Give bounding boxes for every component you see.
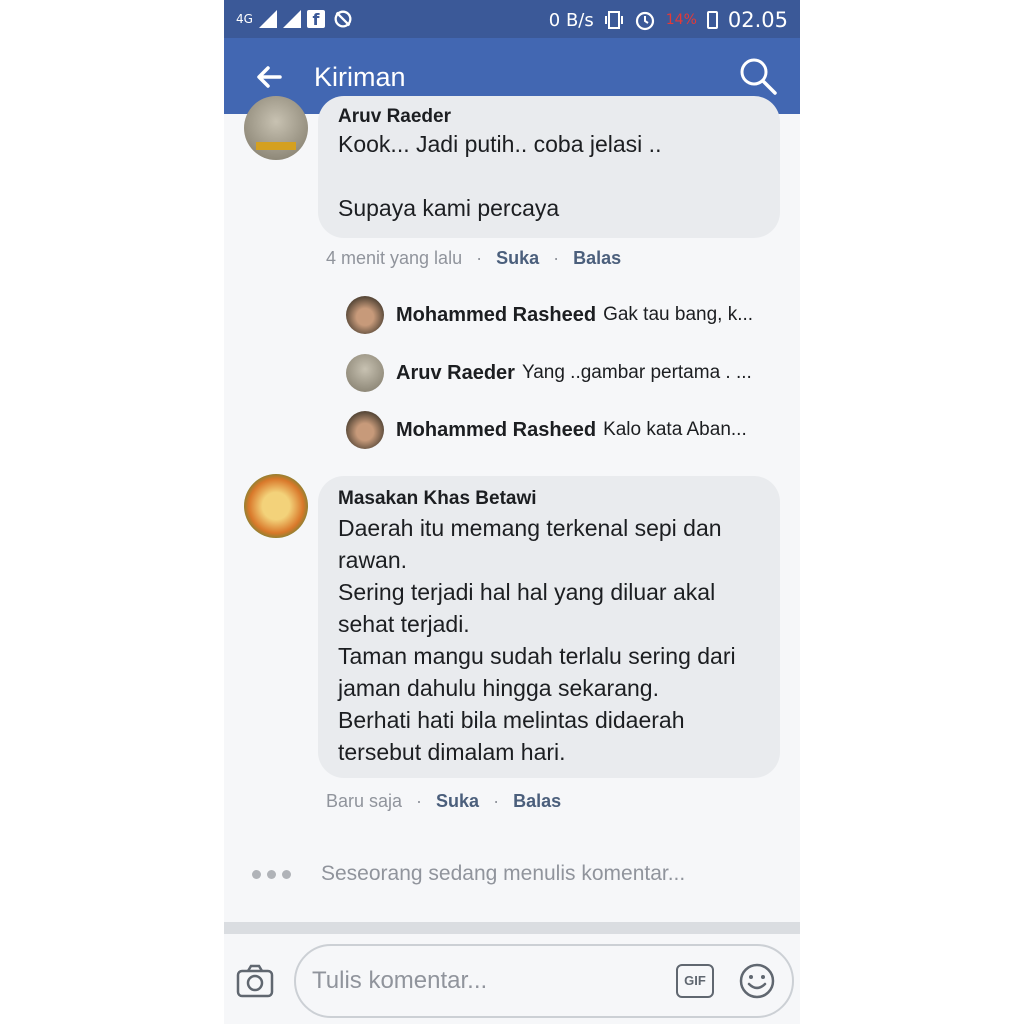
separator-dot: · xyxy=(476,248,483,268)
reply-text: Gak tau bang, k... xyxy=(603,304,754,325)
comment-bubble[interactable]: Aruv Raeder Kook... Jadi putih.. coba je… xyxy=(318,96,780,238)
data-rate: 0 B/s xyxy=(548,9,594,31)
gif-button[interactable]: GIF xyxy=(676,964,714,998)
typing-indicator: Seseorang sedang menulis komentar... xyxy=(252,862,685,886)
divider xyxy=(224,922,800,934)
comment-time: Baru saja xyxy=(326,791,403,811)
reply-item[interactable]: Aruv Raeder Yang ..gambar pertama . ... xyxy=(346,353,752,393)
reply-text: Yang ..gambar pertama . ... xyxy=(521,362,752,383)
network-type: 4G xyxy=(236,12,253,26)
reply-item[interactable]: Mohammed Rasheed Gak tau bang, k... xyxy=(346,295,753,335)
comment-input[interactable]: Tulis komentar... xyxy=(294,944,794,1018)
avatar[interactable] xyxy=(346,296,384,334)
avatar[interactable] xyxy=(244,96,308,160)
comment-author[interactable]: Aruv Raeder xyxy=(338,106,760,128)
reply-button[interactable]: Balas xyxy=(573,248,621,269)
like-button[interactable]: Suka xyxy=(436,791,479,812)
comment-meta: Baru saja · Suka · Balas xyxy=(326,791,561,812)
comment-time: 4 menit yang lalu xyxy=(326,248,463,268)
comment-text: Daerah itu memang terkenal sepi dan rawa… xyxy=(338,515,736,765)
typing-text: Seseorang sedang menulis komentar... xyxy=(321,862,686,885)
typing-dots-icon xyxy=(252,869,291,879)
arrow-left-icon[interactable] xyxy=(252,60,286,94)
emoji-icon[interactable] xyxy=(738,962,776,1000)
separator-dot: · xyxy=(493,791,500,811)
comment-bubble[interactable]: Masakan Khas Betawi Daerah itu memang te… xyxy=(318,476,780,778)
facebook-notification-icon: f xyxy=(306,10,325,29)
clock: 02.05 xyxy=(727,8,788,32)
comment-text: Kook... Jadi putih.. coba jelasi .. Supa… xyxy=(338,131,662,221)
reply-author[interactable]: Aruv Raeder xyxy=(396,362,515,385)
phone-screen: 4G f 0 B/s 14% 02.05 Kiriman Aruv Raeder… xyxy=(224,0,800,1024)
rotate-lock-icon xyxy=(334,10,352,28)
reply-item[interactable]: Mohammed Rasheed Kalo kata Aban... xyxy=(346,410,747,450)
like-button[interactable]: Suka xyxy=(496,248,539,269)
reply-button[interactable]: Balas xyxy=(513,791,561,812)
comment-meta: 4 menit yang lalu · Suka · Balas xyxy=(326,248,621,269)
page-title: Kiriman xyxy=(314,62,406,92)
search-icon[interactable] xyxy=(738,56,778,96)
vibrate-icon xyxy=(604,11,623,29)
reply-author[interactable]: Mohammed Rasheed xyxy=(396,419,596,442)
battery-percent: 14% xyxy=(665,12,697,28)
alarm-icon xyxy=(635,11,654,31)
signal-icon-2 xyxy=(282,10,301,28)
comment-composer: Tulis komentar... GIF xyxy=(224,934,800,1024)
signal-icon xyxy=(258,10,277,28)
avatar[interactable] xyxy=(346,354,384,392)
separator-dot: · xyxy=(553,248,560,268)
camera-icon[interactable] xyxy=(236,964,274,998)
reply-text: Kalo kata Aban... xyxy=(603,419,747,440)
comment-placeholder: Tulis komentar... xyxy=(312,967,488,994)
avatar[interactable] xyxy=(346,411,384,449)
battery-icon xyxy=(706,11,718,29)
reply-author[interactable]: Mohammed Rasheed xyxy=(396,304,596,327)
avatar[interactable] xyxy=(244,474,308,538)
separator-dot: · xyxy=(416,791,423,811)
comment-author[interactable]: Masakan Khas Betawi xyxy=(338,488,760,510)
status-bar: 4G f 0 B/s 14% 02.05 xyxy=(224,0,800,38)
